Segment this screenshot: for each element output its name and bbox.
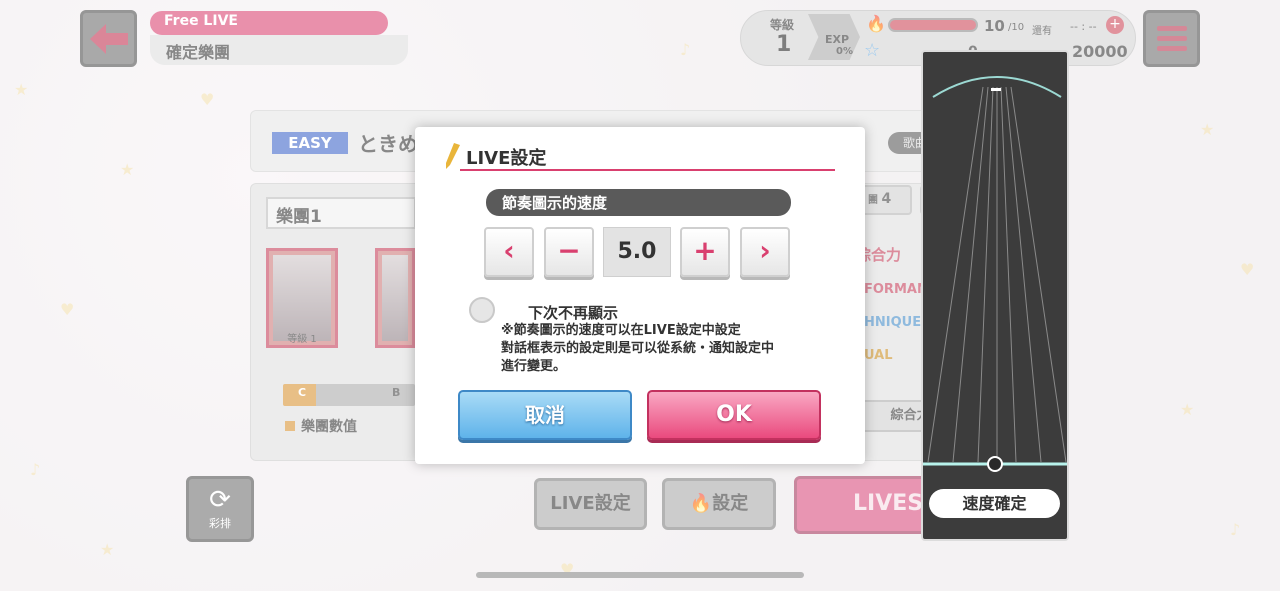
pencil-icon	[446, 143, 460, 169]
home-indicator	[476, 572, 804, 578]
note-line: 進行變更。	[501, 359, 567, 374]
speed-prev-button[interactable]: ‹	[484, 227, 534, 277]
note-line: ※節奏圖示的速度可以在LIVE設定中設定	[501, 323, 741, 338]
dialog-title-rule	[460, 169, 835, 171]
ok-button[interactable]: OK	[647, 390, 821, 440]
cancel-button[interactable]: 取消	[458, 390, 632, 440]
dialog-note: ※節奏圖示的速度可以在LIVE設定中設定 對話框表示的設定則是可以從系統・通知設…	[501, 322, 831, 376]
speed-preview-panel	[921, 50, 1069, 541]
dont-show-again-checkbox[interactable]	[469, 297, 495, 323]
dont-show-again-label: 下次不再顯示	[528, 304, 619, 322]
speed-header: 節奏圖示的速度	[486, 189, 791, 216]
speed-minus-button[interactable]: −	[544, 227, 594, 277]
speed-value: 5.0	[603, 227, 671, 277]
speed-next-button[interactable]: ›	[740, 227, 790, 277]
lane-lines	[923, 76, 1067, 472]
dialog-title: LIVE設定	[466, 148, 547, 169]
confirm-speed-button[interactable]: 速度確定	[929, 489, 1060, 518]
speed-plus-button[interactable]: +	[680, 227, 730, 277]
note-line: 對話框表示的設定則是可以從系統・通知設定中	[501, 341, 775, 356]
